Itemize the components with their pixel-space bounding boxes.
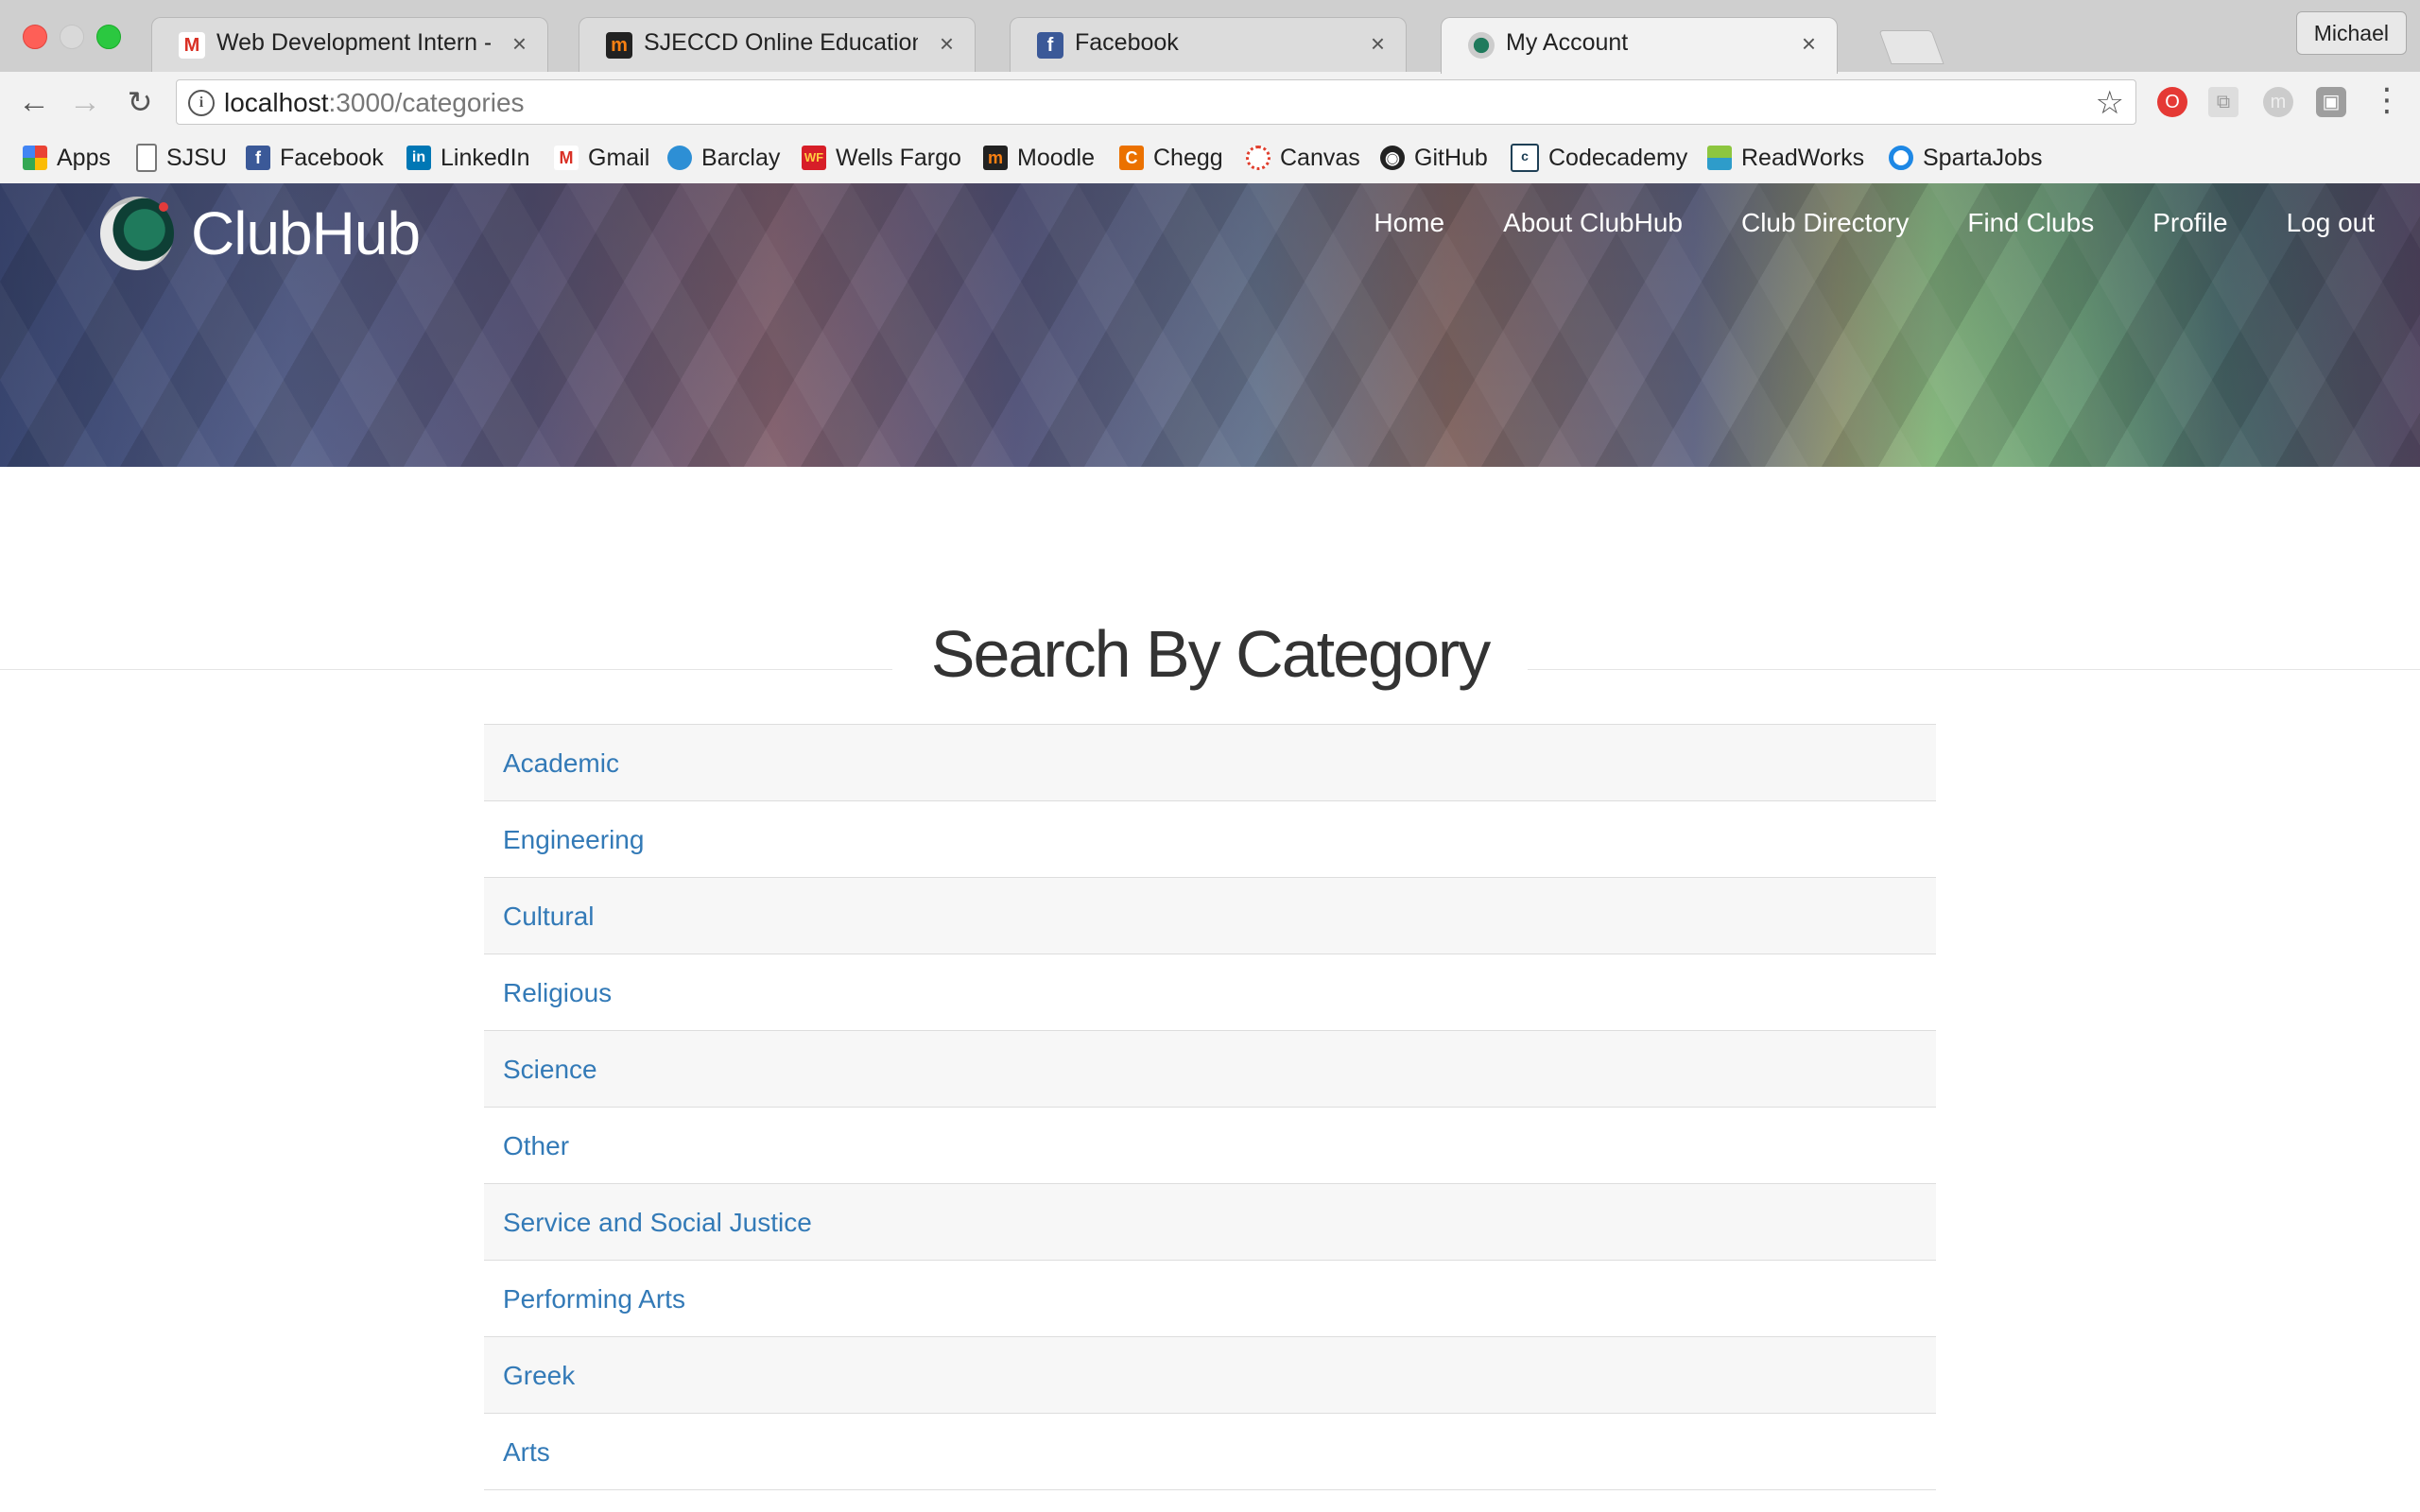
bookmark-star-icon[interactable]: ☆ bbox=[2096, 84, 2124, 122]
extension-icon[interactable]: ⧉ bbox=[2208, 87, 2238, 117]
codecademy-icon: c bbox=[1511, 144, 1539, 172]
gmail-icon: M bbox=[179, 32, 205, 59]
list-item: Greek bbox=[484, 1337, 1936, 1414]
browser-tab[interactable]: M Web Development Intern - mic × bbox=[151, 17, 548, 72]
category-list: Academic Engineering Cultural Religious … bbox=[484, 724, 1936, 1490]
gmail-icon: M bbox=[554, 146, 579, 170]
browser-tab[interactable]: f Facebook × bbox=[1010, 17, 1407, 72]
brand-name: ClubHub bbox=[191, 199, 421, 267]
reload-icon[interactable]: ↻ bbox=[121, 83, 159, 121]
window-zoom-button[interactable] bbox=[96, 25, 121, 49]
close-tab-icon[interactable]: × bbox=[512, 29, 527, 59]
page-icon bbox=[136, 144, 157, 172]
list-item: Academic bbox=[484, 725, 1936, 801]
wells-fargo-icon: WF bbox=[802, 146, 826, 170]
site-logo[interactable]: ClubHub bbox=[100, 197, 421, 270]
tab-title: SJECCD Online Education bbox=[644, 29, 918, 56]
category-link-service-social-justice[interactable]: Service and Social Justice bbox=[484, 1184, 1936, 1261]
back-arrow-icon[interactable]: ← bbox=[15, 83, 53, 121]
list-item: Science bbox=[484, 1031, 1936, 1108]
opera-extension-icon[interactable]: O bbox=[2157, 87, 2187, 117]
window-close-button[interactable] bbox=[23, 25, 47, 49]
facebook-icon: f bbox=[246, 146, 270, 170]
category-link-cultural[interactable]: Cultural bbox=[484, 878, 1936, 954]
bookmarks-bar: Apps SJSU f Facebook in LinkedIn M Gmail… bbox=[0, 132, 2420, 184]
browser-tab-strip: M Web Development Intern - mic × m SJECC… bbox=[0, 0, 2420, 74]
bookmark-gmail[interactable]: M Gmail bbox=[554, 142, 649, 174]
category-link-other[interactable]: Other bbox=[484, 1108, 1936, 1184]
barclay-icon bbox=[667, 146, 692, 170]
nav-home[interactable]: Home bbox=[1374, 208, 1444, 238]
readworks-icon bbox=[1707, 146, 1732, 170]
bookmark-readworks[interactable]: ReadWorks bbox=[1707, 142, 1864, 174]
category-link-greek[interactable]: Greek bbox=[484, 1337, 1936, 1414]
browser-tab[interactable]: m SJECCD Online Education × bbox=[579, 17, 976, 72]
tab-title: Web Development Intern - mic bbox=[216, 29, 491, 56]
bookmark-spartajobs[interactable]: SpartaJobs bbox=[1889, 142, 2042, 174]
browser-toolbar: ← → ↻ i localhost:3000/categories ☆ O ⧉ … bbox=[0, 72, 2420, 132]
moodle-icon: m bbox=[983, 146, 1008, 170]
list-item: Engineering bbox=[484, 801, 1936, 878]
category-link-arts[interactable]: Arts bbox=[484, 1414, 1936, 1490]
github-icon: ◉ bbox=[1380, 146, 1405, 170]
bookmark-github[interactable]: ◉ GitHub bbox=[1380, 142, 1488, 174]
address-bar[interactable]: i localhost:3000/categories ☆ bbox=[176, 79, 2136, 125]
main-nav: Home About ClubHub Club Directory Find C… bbox=[1315, 208, 2375, 238]
bookmark-apps[interactable]: Apps bbox=[23, 142, 111, 174]
linkedin-icon: in bbox=[406, 146, 431, 170]
extension-icon[interactable]: m bbox=[2263, 87, 2293, 117]
menu-dots-icon[interactable]: ⋮ bbox=[2371, 81, 2403, 119]
bookmark-moodle[interactable]: m Moodle bbox=[983, 142, 1095, 174]
spartajobs-icon bbox=[1889, 146, 1913, 170]
url-text[interactable]: localhost:3000/categories bbox=[224, 88, 525, 118]
category-link-engineering[interactable]: Engineering bbox=[484, 801, 1936, 878]
tab-title: My Account bbox=[1506, 29, 1629, 56]
nav-profile[interactable]: Profile bbox=[2152, 208, 2227, 238]
bookmark-canvas[interactable]: Canvas bbox=[1246, 142, 1360, 174]
window-minimize-button[interactable] bbox=[60, 25, 84, 49]
profile-button[interactable]: Michael bbox=[2295, 11, 2407, 55]
list-item: Performing Arts bbox=[484, 1261, 1936, 1337]
nav-find-clubs[interactable]: Find Clubs bbox=[1967, 208, 2094, 238]
list-item: Service and Social Justice bbox=[484, 1184, 1936, 1261]
close-tab-icon[interactable]: × bbox=[1802, 29, 1816, 59]
nav-about[interactable]: About ClubHub bbox=[1503, 208, 1683, 238]
tab-title: Facebook bbox=[1075, 29, 1179, 56]
apps-grid-icon bbox=[23, 146, 47, 170]
clubhub-logo-icon bbox=[100, 197, 174, 270]
close-tab-icon[interactable]: × bbox=[940, 29, 954, 59]
bookmark-facebook[interactable]: f Facebook bbox=[246, 142, 384, 174]
bookmark-sjsu[interactable]: SJSU bbox=[136, 142, 227, 174]
chegg-icon: C bbox=[1119, 146, 1144, 170]
bookmark-wells-fargo[interactable]: WF Wells Fargo bbox=[802, 142, 961, 174]
clubhub-icon bbox=[1468, 32, 1495, 59]
browser-tab-active[interactable]: My Account × bbox=[1441, 17, 1838, 74]
moodle-icon: m bbox=[606, 32, 632, 59]
nav-log-out[interactable]: Log out bbox=[2287, 208, 2375, 238]
bookmark-codecademy[interactable]: c Codecademy bbox=[1511, 142, 1687, 174]
hero-banner: ClubHub Home About ClubHub Club Director… bbox=[0, 183, 2420, 467]
canvas-icon bbox=[1246, 146, 1270, 170]
page-title: Search By Category bbox=[892, 616, 1528, 692]
new-tab-button[interactable] bbox=[1878, 30, 1945, 64]
facebook-icon: f bbox=[1037, 32, 1063, 59]
category-link-performing-arts[interactable]: Performing Arts bbox=[484, 1261, 1936, 1337]
category-link-religious[interactable]: Religious bbox=[484, 954, 1936, 1031]
category-link-academic[interactable]: Academic bbox=[484, 725, 1936, 801]
forward-arrow-icon[interactable]: → bbox=[66, 83, 104, 121]
list-item: Arts bbox=[484, 1414, 1936, 1490]
close-tab-icon[interactable]: × bbox=[1371, 29, 1385, 59]
extension-icon[interactable]: ▣ bbox=[2316, 87, 2346, 117]
bookmark-barclay[interactable]: Barclay bbox=[667, 142, 780, 174]
info-icon[interactable]: i bbox=[188, 90, 215, 116]
list-item: Cultural bbox=[484, 878, 1936, 954]
bookmark-linkedin[interactable]: in LinkedIn bbox=[406, 142, 530, 174]
list-item: Other bbox=[484, 1108, 1936, 1184]
nav-club-directory[interactable]: Club Directory bbox=[1741, 208, 1909, 238]
list-item: Religious bbox=[484, 954, 1936, 1031]
bookmark-chegg[interactable]: C Chegg bbox=[1119, 142, 1223, 174]
category-link-science[interactable]: Science bbox=[484, 1031, 1936, 1108]
